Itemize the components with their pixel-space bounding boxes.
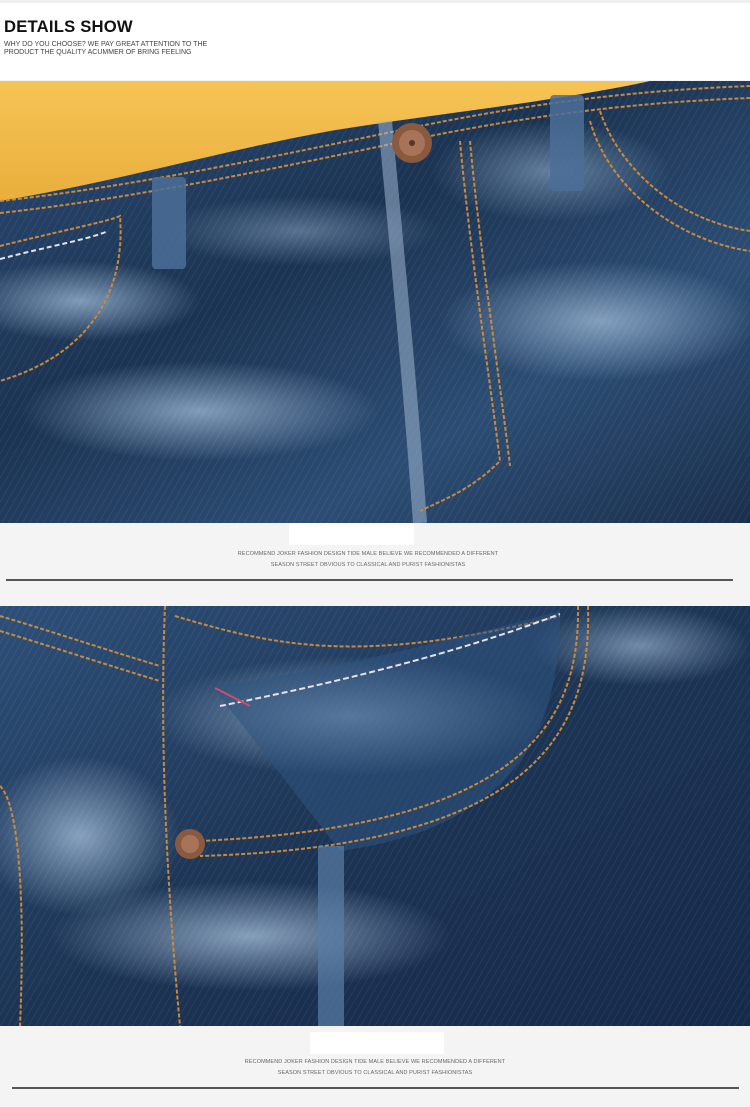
divider-rule (6, 579, 733, 581)
header-subtitle-line-2: PRODUCT THE QUALITY ACUMMER OF BRING FEE… (4, 49, 192, 56)
caption-text: RECOMMEND JOKER FASHION DESIGN TIDE MALE… (0, 1057, 750, 1079)
header-subtitle-line-1: WHY DO YOU CHOOSE? WE PAY GREAT ATTENTIO… (4, 41, 208, 48)
jeans-front-detail-photo (0, 81, 750, 523)
section-caption-1: RECOMMEND JOKER FASHION DESIGN TIDE MALE… (0, 523, 750, 606)
caption-line-1: RECOMMEND JOKER FASHION DESIGN TIDE MALE… (237, 551, 499, 557)
caption-tab (310, 1032, 444, 1054)
details-header: DETAILS SHOW WHY DO YOU CHOOSE? WE PAY G… (0, 0, 750, 80)
header-subtitle: WHY DO YOU CHOOSE? WE PAY GREAT ATTENTIO… (4, 41, 214, 57)
caption-line-2: SEASON STREET OBVIOUS TO CLASSICAL AND P… (270, 562, 466, 568)
divider-rule (12, 1087, 739, 1089)
caption-line-2: SEASON STREET OBVIOUS TO CLASSICAL AND P… (277, 1070, 473, 1076)
caption-text: RECOMMEND JOKER FASHION DESIGN TIDE MALE… (0, 549, 743, 571)
caption-line-1: RECOMMEND JOKER FASHION DESIGN TIDE MALE… (244, 1059, 506, 1065)
section-caption-2: RECOMMEND JOKER FASHION DESIGN TIDE MALE… (0, 1026, 750, 1107)
page-title: DETAILS SHOW (4, 17, 133, 36)
jeans-pocket-detail-photo (0, 606, 750, 1026)
caption-tab (289, 523, 414, 545)
